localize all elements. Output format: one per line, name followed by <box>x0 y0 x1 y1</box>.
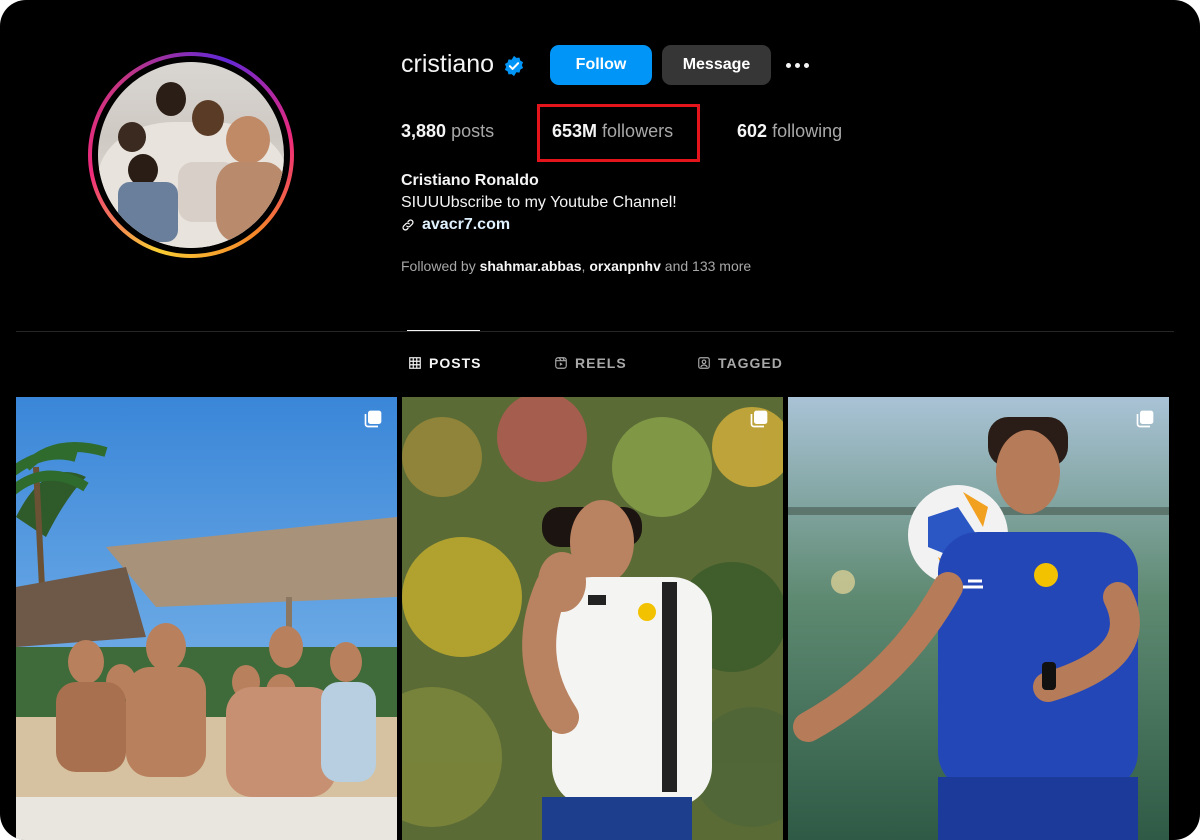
following-count: 602 <box>737 121 768 141</box>
applauding-player-photo <box>402 397 783 840</box>
more-options-icon[interactable] <box>786 57 816 73</box>
beach-family-photo <box>16 397 397 840</box>
following-stat[interactable]: 602 following <box>737 121 842 142</box>
follow-button[interactable]: Follow <box>550 45 652 85</box>
tab-reels[interactable]: REELS <box>554 355 627 371</box>
followed-by-suffix: and 133 more <box>664 258 752 274</box>
profile-link[interactable]: avacr7.com <box>401 216 510 234</box>
followed-by-separator: , <box>581 258 586 274</box>
profile-page: cristiano Follow Message 3,880 posts 653… <box>0 0 1200 840</box>
active-tab-indicator <box>407 330 480 331</box>
reels-icon <box>555 357 567 369</box>
post-thumbnail[interactable] <box>788 397 1169 840</box>
following-label: following <box>772 121 843 141</box>
multiple-photos-icon <box>750 410 768 428</box>
link-icon <box>402 219 414 231</box>
profile-full-name: Cristiano Ronaldo <box>401 172 539 189</box>
posts-count-stat: 3,880 posts <box>401 121 494 142</box>
grid-icon <box>409 357 421 369</box>
tab-reels-label: REELS <box>575 355 627 371</box>
profile-username: cristiano <box>401 50 495 78</box>
followed-by-prefix: Followed by <box>401 258 476 274</box>
posts-label: posts <box>451 121 495 141</box>
tabs-divider <box>16 331 1174 332</box>
tab-tagged-label: TAGGED <box>718 355 783 371</box>
profile-avatar[interactable] <box>88 52 294 258</box>
multiple-photos-icon <box>364 410 382 428</box>
profile-link-text: avacr7.com <box>422 216 511 233</box>
message-button[interactable]: Message <box>662 45 771 85</box>
followed-by-user[interactable]: orxanpnhv <box>589 258 661 274</box>
profile-bio: SIUUUbscribe to my Youtube Channel! <box>401 194 677 211</box>
followed-by-text[interactable]: Followed by shahmar.abbas, orxanpnhv and… <box>401 258 751 274</box>
tagged-icon <box>698 357 710 369</box>
training-with-ball-photo <box>788 397 1169 840</box>
followed-by-user[interactable]: shahmar.abbas <box>480 258 582 274</box>
tab-tagged[interactable]: TAGGED <box>697 355 783 371</box>
tab-posts-label: POSTS <box>429 355 482 371</box>
avatar-photo <box>98 62 284 248</box>
posts-count: 3,880 <box>401 121 447 141</box>
post-thumbnail[interactable] <box>16 397 397 840</box>
tab-posts[interactable]: POSTS <box>408 355 481 371</box>
verified-badge-icon <box>504 55 524 77</box>
multiple-photos-icon <box>1136 410 1154 428</box>
post-thumbnail[interactable] <box>402 397 783 840</box>
followers-highlight-box <box>537 104 700 162</box>
